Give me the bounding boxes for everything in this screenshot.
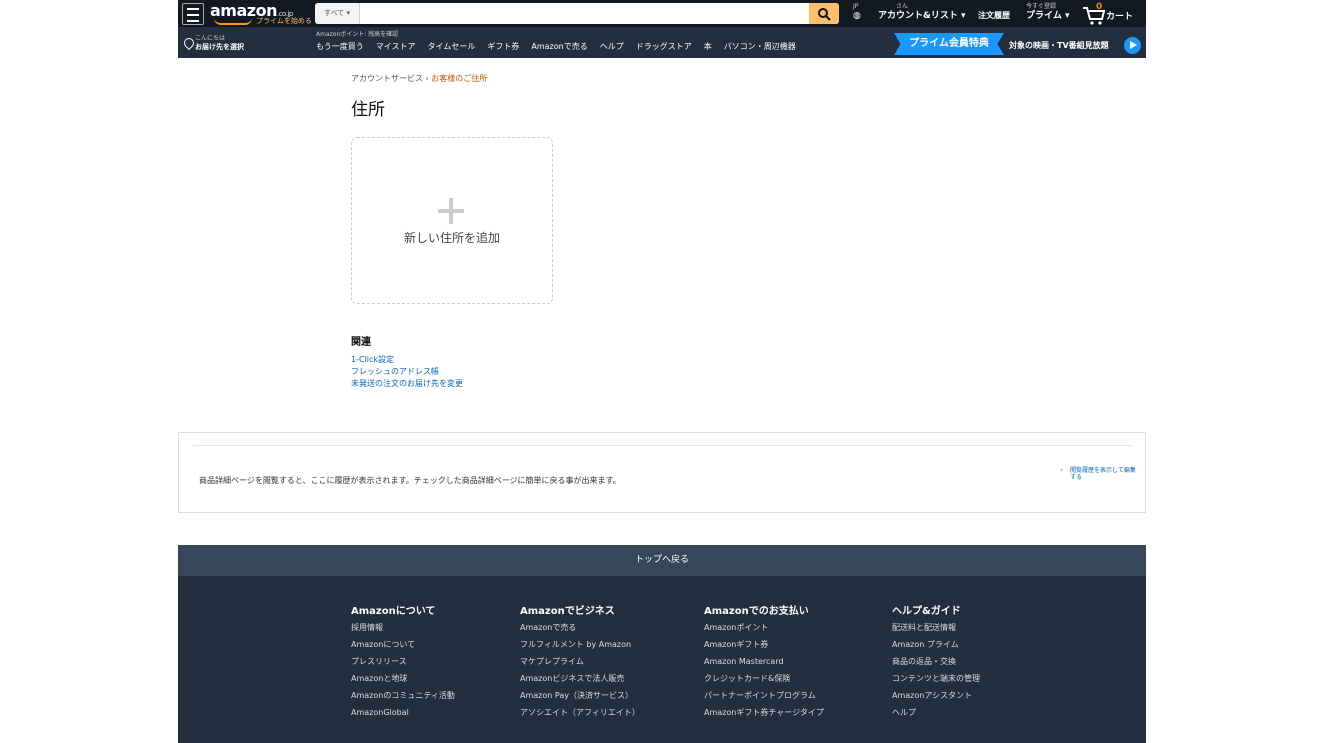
add-address-card[interactable]: 新しい住所を追加 xyxy=(351,137,553,304)
subnav-item[interactable]: パソコン・周辺機器 xyxy=(724,41,796,53)
related-link-change-unshipped[interactable]: 未発送の注文のお届け先を変更 xyxy=(351,378,463,390)
footer-link[interactable]: Amazonポイント xyxy=(704,623,824,632)
subnav-item[interactable]: ギフト券 xyxy=(487,41,519,53)
footer-link[interactable]: Amazonアシスタント xyxy=(892,691,1012,700)
footer-link[interactable]: Amazon プライム xyxy=(892,640,1012,649)
footer-column-title: Amazonについて xyxy=(351,606,436,617)
breadcrumb-separator: › xyxy=(425,74,429,83)
footer-link[interactable]: Amazon Mastercard xyxy=(704,657,824,666)
history-divider xyxy=(193,445,1133,446)
footer-link[interactable]: ヘルプ xyxy=(892,708,1012,717)
footer-link[interactable]: Amazonギフト券チャージタイプ xyxy=(704,708,824,717)
footer-link[interactable]: Amazonについて xyxy=(351,640,471,649)
footer-link[interactable]: Amazonビジネスで法人販売 xyxy=(520,674,640,683)
footer-link[interactable]: Amazonギフト券 xyxy=(704,640,824,649)
subnav-item[interactable]: もう一度買う xyxy=(316,41,364,53)
footer-column-help: ヘルプ&ガイド 配送料と配送情報 Amazon プライム 商品の返品・交換 コン… xyxy=(892,602,1062,725)
points-balance-link[interactable]: Amazonポイント: 残高を確認 xyxy=(316,29,398,38)
footer-link[interactable]: アソシエイト（アフィリエイト） xyxy=(520,708,640,717)
subnav-item[interactable]: マイストア xyxy=(376,41,416,53)
footer-link[interactable]: 配送料と配送情報 xyxy=(892,623,1012,632)
footer-link[interactable]: Amazon Pay（決済サービス） xyxy=(520,691,640,700)
footer-column-title: ヘルプ&ガイド xyxy=(892,606,961,617)
cart-count: 0 xyxy=(1096,2,1103,12)
globe-icon: ◍ xyxy=(853,11,861,21)
play-icon[interactable] xyxy=(1124,37,1141,54)
footer: Amazonについて 採用情報 Amazonについて プレスリリース Amazo… xyxy=(178,576,1146,743)
search-button[interactable] xyxy=(809,3,839,24)
related-link-fresh-address-book[interactable]: フレッシュのアドレス帳 xyxy=(351,366,463,378)
search-input[interactable] xyxy=(361,3,801,24)
footer-link[interactable]: クレジットカード&保険 xyxy=(704,674,824,683)
add-address-label: 新しい住所を追加 xyxy=(403,231,500,245)
prime-video-link[interactable]: 対象の映画・TV番組見放題 xyxy=(1009,40,1109,51)
search-category-dropdown[interactable]: すべて ▾ xyxy=(315,3,360,24)
search-bar: すべて ▾ xyxy=(315,3,839,24)
footer-link[interactable]: 採用情報 xyxy=(351,623,471,632)
footer-column-title: Amazonでのお支払い xyxy=(704,606,809,617)
footer-link[interactable]: Amazonのコミュニティ活動 xyxy=(351,691,471,700)
deliver-to-button[interactable]: こんにちは お届け先を選択 xyxy=(181,35,244,51)
footer-link[interactable]: プレスリリース xyxy=(351,657,471,666)
subnav-item[interactable]: Amazonで売る xyxy=(531,41,587,53)
account-menu[interactable]: さん アカウント&リスト ▾ xyxy=(878,3,966,22)
view-history-link[interactable]: 閲覧履歴を表示して編集する xyxy=(1060,467,1140,481)
hamburger-menu-icon[interactable] xyxy=(182,3,204,25)
back-to-top-button[interactable]: トップへ戻る xyxy=(178,545,1146,576)
prime-benefits-banner[interactable]: プライム会員特典 xyxy=(894,33,1004,55)
breadcrumb-current: お客様のご住所 xyxy=(431,74,488,83)
logo-smile-icon xyxy=(214,18,252,25)
footer-link[interactable]: Amazonと地球 xyxy=(351,674,471,683)
history-message: 商品詳細ページを閲覧すると、ここに履歴が表示されます。チェックした商品詳細ページ… xyxy=(199,476,621,485)
footer-column-about: Amazonについて 採用情報 Amazonについて プレスリリース Amazo… xyxy=(351,602,521,725)
footer-column-business: Amazonでビジネス Amazonで売る フルフィルメント by Amazon… xyxy=(520,602,690,725)
related-links: 1-Click設定 フレッシュのアドレス帳 未発送の注文のお届け先を変更 xyxy=(351,354,463,390)
breadcrumb-parent-link[interactable]: アカウントサービス xyxy=(351,74,423,83)
footer-link[interactable]: 商品の返品・交換 xyxy=(892,657,1012,666)
footer-column-title: Amazonでビジネス xyxy=(520,606,615,617)
subnav-item[interactable]: 本 xyxy=(704,41,712,53)
prime-menu[interactable]: 今すぐ登録 プライム ▾ xyxy=(1026,3,1069,22)
plus-icon xyxy=(438,198,464,224)
subnav-item[interactable]: ヘルプ xyxy=(600,41,624,53)
orders-link[interactable]: 注文履歴 xyxy=(978,10,1010,21)
nav-top-bar: amazon.co.jp プライムを始める すべて ▾ JP ◍ さん アカウン… xyxy=(178,0,1146,27)
breadcrumb: アカウントサービス › お客様のご住所 xyxy=(351,73,487,84)
related-heading: 関連 xyxy=(351,337,371,348)
related-link-1click[interactable]: 1-Click設定 xyxy=(351,354,463,366)
footer-link[interactable]: AmazonGlobal xyxy=(351,708,471,717)
footer-link[interactable]: マケプレプライム xyxy=(520,657,640,666)
subnav-item[interactable]: ドラッグストア xyxy=(636,41,692,53)
subnav-item[interactable]: タイムセール xyxy=(428,41,476,53)
page: amazon.co.jp プライムを始める すべて ▾ JP ◍ さん アカウン… xyxy=(178,0,1146,743)
sub-navigation: もう一度買う マイストア タイムセール ギフト券 Amazonで売る ヘルプ ド… xyxy=(316,41,796,53)
cart-icon xyxy=(1083,7,1106,25)
footer-link[interactable]: Amazonで売る xyxy=(520,623,640,632)
footer-column-payment: Amazonでのお支払い Amazonポイント Amazonギフト券 Amazo… xyxy=(704,602,874,725)
logo-prime-tagline[interactable]: プライムを始める xyxy=(256,16,312,26)
footer-link[interactable]: コンテンツと端末の管理 xyxy=(892,674,1012,683)
search-icon xyxy=(818,8,831,21)
page-title: 住所 xyxy=(351,100,385,120)
language-selector[interactable]: JP ◍ xyxy=(853,3,861,22)
footer-link[interactable]: パートナーポイントプログラム xyxy=(704,691,824,700)
footer-link[interactable]: フルフィルメント by Amazon xyxy=(520,640,640,649)
browsing-history-panel: 商品詳細ページを閲覧すると、ここに履歴が表示されます。チェックした商品詳細ページ… xyxy=(178,432,1146,513)
